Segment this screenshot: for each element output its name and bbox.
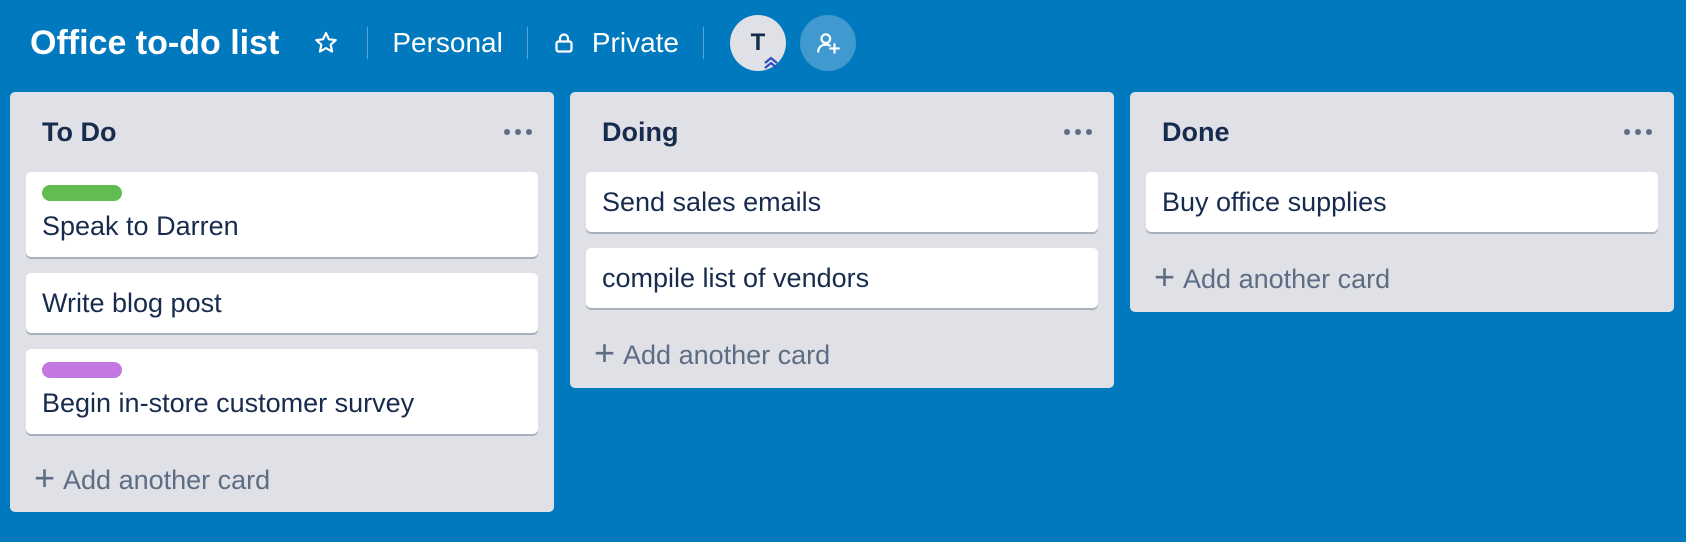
star-button[interactable]: [309, 21, 343, 65]
card-label-purple[interactable]: [42, 362, 122, 378]
visibility-button[interactable]: Private: [552, 21, 679, 65]
plus-icon: +: [1154, 256, 1176, 297]
member-avatar[interactable]: T: [730, 15, 786, 71]
list-header: To Do: [26, 92, 538, 172]
add-card-label: Add another card: [623, 339, 831, 370]
card-title: compile list of vendors: [602, 263, 870, 293]
add-card-label: Add another card: [63, 464, 271, 495]
card-title: Buy office supplies: [1162, 187, 1387, 217]
card[interactable]: Begin in-store customer survey: [26, 349, 538, 434]
more-horizontal-icon: [1624, 129, 1652, 135]
board-header: Office to-do list Personal Private T: [0, 0, 1686, 86]
board-title[interactable]: Office to-do list: [30, 24, 279, 63]
add-member-icon: [817, 33, 840, 54]
header-divider: [526, 27, 528, 59]
add-card-label: Add another card: [1183, 263, 1391, 294]
card[interactable]: compile list of vendors: [586, 248, 1098, 308]
card-title: Speak to Darren: [42, 211, 239, 241]
list-header: Done: [1146, 92, 1658, 172]
list-doing: Doing Send sales emails compile list of …: [570, 92, 1114, 388]
more-horizontal-icon: [1064, 129, 1092, 135]
list-title[interactable]: Doing: [602, 117, 678, 148]
list-header: Doing: [586, 92, 1098, 172]
visibility-label: Private: [591, 27, 679, 58]
list-menu-button[interactable]: [1618, 117, 1658, 147]
admin-chevron-icon: [764, 56, 778, 69]
list-done: Done Buy office supplies + Add another c…: [1130, 92, 1674, 312]
list-title[interactable]: To Do: [42, 117, 116, 148]
card[interactable]: Send sales emails: [586, 172, 1098, 232]
list-menu-button[interactable]: [1058, 117, 1098, 147]
lock-icon: [552, 31, 576, 55]
list-todo: To Do Speak to Darren Write blog post Be…: [10, 92, 554, 512]
add-card-button[interactable]: + Add another card: [1146, 246, 1658, 312]
more-horizontal-icon: [504, 129, 532, 135]
card[interactable]: Write blog post: [26, 273, 538, 333]
plus-icon: +: [34, 457, 56, 498]
card[interactable]: Speak to Darren: [26, 172, 538, 257]
list-title[interactable]: Done: [1162, 117, 1230, 148]
header-divider: [703, 27, 704, 59]
invite-member-button[interactable]: [800, 15, 856, 71]
card-title: Send sales emails: [602, 187, 822, 217]
card-label-green[interactable]: [42, 185, 122, 201]
team-button[interactable]: Personal: [392, 21, 503, 65]
add-card-button[interactable]: + Add another card: [586, 322, 1098, 388]
star-outline-icon: [315, 31, 338, 53]
card[interactable]: Buy office supplies: [1146, 172, 1658, 232]
card-title: Begin in-store customer survey: [42, 388, 415, 418]
card-title: Write blog post: [42, 288, 222, 318]
header-divider: [367, 27, 369, 59]
add-card-button[interactable]: + Add another card: [26, 448, 538, 512]
list-menu-button[interactable]: [498, 117, 538, 147]
plus-icon: +: [594, 332, 616, 373]
